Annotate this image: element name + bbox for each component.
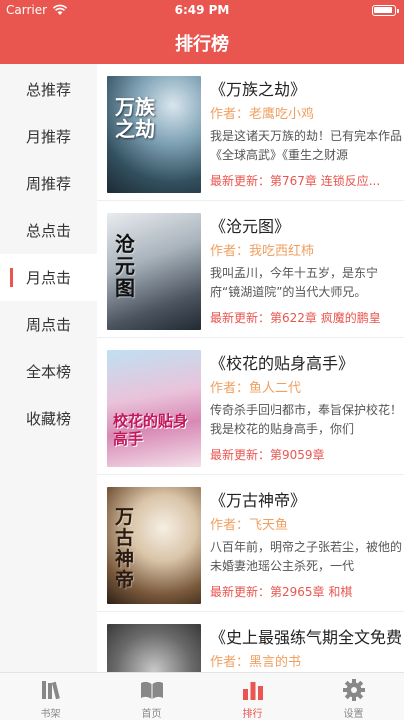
list-item[interactable]: 万古神帝 《万古神帝》 作者：飞天鱼 八百年前，明帝之子张若尘，被他的未婚妻池瑶… [97, 475, 404, 612]
book-title: 《万族之劫》 [210, 80, 307, 98]
sidebar-item-label: 总点击 [25, 222, 71, 240]
book-latest-line: 最新更新：第622章 疯魔的鹏皇 [210, 309, 402, 325]
tab-settings[interactable]: 设置 [303, 673, 404, 720]
latest-label: 最新更新： [210, 174, 271, 188]
book-author-line: 作者：黑言的书 [210, 651, 402, 670]
tab-bookshelf[interactable]: 书架 [0, 673, 101, 720]
sidebar-item-label: 周推荐 [25, 175, 71, 193]
sidebar-item-label: 月点击 [25, 269, 71, 287]
book-cover-title: 万族之劫 [115, 95, 155, 141]
book-cover-title: 沧元图 [115, 232, 135, 300]
book-latest-chapter: 第9059章 [270, 448, 325, 462]
book-author: 飞天鱼 [249, 518, 289, 533]
book-cover [107, 624, 201, 672]
book-cover: 万族之劫 [107, 76, 201, 193]
book-author: 老鹰吃小鸡 [249, 107, 315, 122]
book-latest-line: 最新更新：第767章 连锁反应... [210, 172, 402, 188]
sidebar-item-week-clicks[interactable]: 周点击 [0, 301, 97, 348]
tab-home[interactable]: 首页 [101, 673, 202, 720]
sidebar-item-label: 总推荐 [25, 81, 71, 99]
author-label: 作者： [210, 244, 250, 259]
latest-label: 最新更新： [210, 311, 271, 325]
page-title: 排行榜 [175, 34, 229, 55]
battery-icon [372, 5, 399, 16]
latest-label: 最新更新： [210, 448, 271, 462]
book-description: 八百年前，明帝之子张若尘，被他的未婚妻池瑶公主杀死，一代 [210, 540, 402, 573]
book-list: 万族之劫 《万族之劫》 作者：老鹰吃小鸡 我是这诸天万族的劫！已有完本作品《全球… [97, 64, 404, 672]
book-author: 我吃西红柿 [249, 244, 315, 259]
book-author-line: 作者：老鹰吃小鸡 [210, 103, 402, 122]
tab-ranking[interactable]: 排行 [202, 673, 303, 720]
tab-label: 首页 [141, 709, 162, 720]
book-description: 我是这诸天万族的劫！已有完本作品《全球高武》《重生之财源 [210, 129, 402, 162]
author-label: 作者： [210, 381, 250, 396]
tab-bar: 书架 首页 排行 设置 [0, 672, 404, 720]
ranking-sidebar: 总推荐 月推荐 周推荐 总点击 月点击 周点击 全本榜 收藏榜 [0, 64, 97, 672]
book-latest-line: 最新更新：第9059章 [210, 446, 402, 462]
sidebar-item-week-recommend[interactable]: 周推荐 [0, 160, 97, 207]
book-author: 鱼人二代 [249, 381, 302, 396]
sidebar-item-favorites[interactable]: 收藏榜 [0, 395, 97, 442]
sidebar-item-completed[interactable]: 全本榜 [0, 348, 97, 395]
book-author-line: 作者：飞天鱼 [210, 514, 402, 533]
book-title: 《万古神帝》 [210, 491, 307, 509]
gear-icon [342, 679, 365, 701]
sidebar-item-total-clicks[interactable]: 总点击 [0, 207, 97, 254]
nav-bar: 排行榜 [0, 20, 404, 64]
list-item[interactable]: 校花的贴身高手 《校花的贴身高手》 作者：鱼人二代 传奇杀手回归都市，奉旨保护校… [97, 338, 404, 475]
sidebar-item-total-recommend[interactable]: 总推荐 [0, 66, 97, 113]
list-item[interactable]: 万族之劫 《万族之劫》 作者：老鹰吃小鸡 我是这诸天万族的劫！已有完本作品《全球… [97, 64, 404, 201]
sidebar-item-label: 收藏榜 [25, 410, 71, 428]
list-item[interactable]: 沧元图 《沧元图》 作者：我吃西红柿 我叫孟川，今年十五岁，是东宁府“镜湖道院”… [97, 201, 404, 338]
latest-label: 最新更新： [210, 585, 271, 599]
author-label: 作者： [210, 107, 250, 122]
book-latest-chapter: 第622章 疯魔的鹏皇 [270, 311, 381, 325]
sidebar-item-label: 周点击 [25, 316, 71, 334]
book-cover: 万古神帝 [107, 487, 201, 604]
sidebar-item-month-recommend[interactable]: 月推荐 [0, 113, 97, 160]
list-item[interactable]: 《史上最强练气期全文免费阅读》 作者：黑言的书 [97, 612, 404, 672]
open-book-icon [140, 681, 163, 699]
tab-label: 书架 [40, 709, 61, 720]
bookshelf-icon [41, 681, 60, 700]
sidebar-item-label: 月推荐 [25, 128, 71, 146]
book-title: 《校花的贴身高手》 [210, 354, 355, 372]
book-title: 《史上最强练气期全文免费阅读》 [210, 628, 402, 646]
sidebar-item-label: 全本榜 [25, 363, 71, 381]
ranking-icon [242, 682, 263, 700]
book-latest-chapter: 第767章 连锁反应... [270, 174, 381, 188]
book-cover: 校花的贴身高手 [107, 350, 201, 467]
book-cover: 沧元图 [107, 213, 201, 330]
book-description: 我叫孟川，今年十五岁，是东宁府“镜湖道院”的当代大师兄。 [210, 266, 379, 299]
book-author-line: 作者：我吃西红柿 [210, 240, 402, 259]
book-description: 传奇杀手回归都市，奉旨保护校花！我是校花的贴身高手，你们 [210, 403, 402, 436]
book-latest-chapter: 第2965章 和棋 [270, 585, 353, 599]
book-title: 《沧元图》 [210, 217, 291, 235]
sidebar-item-month-clicks[interactable]: 月点击 [0, 254, 97, 301]
tab-label: 设置 [343, 709, 364, 720]
book-author-line: 作者：鱼人二代 [210, 377, 402, 396]
book-author: 黑言的书 [249, 655, 302, 670]
tab-label: 排行 [242, 709, 263, 720]
author-label: 作者： [210, 518, 250, 533]
book-cover-title: 万古神帝 [115, 506, 135, 591]
status-bar: Carrier 6:49 PM [0, 0, 404, 20]
book-cover-title: 校花的贴身高手 [113, 412, 189, 448]
author-label: 作者： [210, 655, 250, 670]
book-latest-line: 最新更新：第2965章 和棋 [210, 583, 402, 599]
status-time: 6:49 PM [174, 3, 230, 17]
